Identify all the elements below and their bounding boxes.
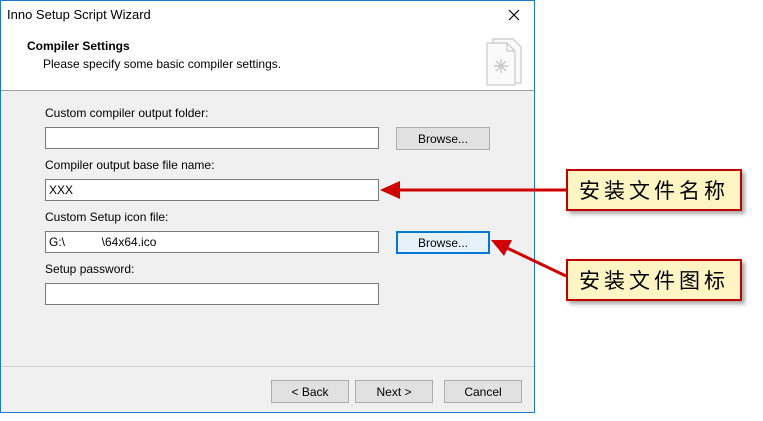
password-label: Setup password: xyxy=(45,262,135,276)
password-input[interactable] xyxy=(45,283,379,305)
document-icon xyxy=(486,38,522,86)
icon-file-label: Custom Setup icon file: xyxy=(45,210,169,224)
cancel-button[interactable]: Cancel xyxy=(444,380,522,403)
next-button[interactable]: Next > xyxy=(355,380,433,403)
browse-output-folder-button[interactable]: Browse... xyxy=(396,127,490,150)
base-name-label: Compiler output base file name: xyxy=(45,158,215,172)
icon-file-input[interactable]: G:\ \64x64.ico xyxy=(45,231,379,253)
page-subtitle: Please specify some basic compiler setti… xyxy=(43,57,282,71)
wizard-window: Inno Setup Script Wizard Compiler Settin… xyxy=(0,0,535,413)
page-title: Compiler Settings xyxy=(27,39,130,53)
window-title: Inno Setup Script Wizard xyxy=(7,7,151,22)
output-folder-input[interactable] xyxy=(45,127,379,149)
title-bar: Inno Setup Script Wizard xyxy=(1,1,534,29)
footer-divider xyxy=(1,366,534,367)
output-folder-label: Custom compiler output folder: xyxy=(45,106,209,120)
close-icon xyxy=(508,9,520,21)
close-button[interactable] xyxy=(494,1,534,29)
callout-icon-file: 安装文件图标 xyxy=(566,259,742,301)
back-button[interactable]: < Back xyxy=(271,380,349,403)
base-name-input[interactable]: XXX xyxy=(45,179,379,201)
callout-base-name: 安装文件名称 xyxy=(566,169,742,211)
browse-icon-file-button[interactable]: Browse... xyxy=(396,231,490,254)
wizard-header: Compiler Settings Please specify some ba… xyxy=(1,29,534,91)
